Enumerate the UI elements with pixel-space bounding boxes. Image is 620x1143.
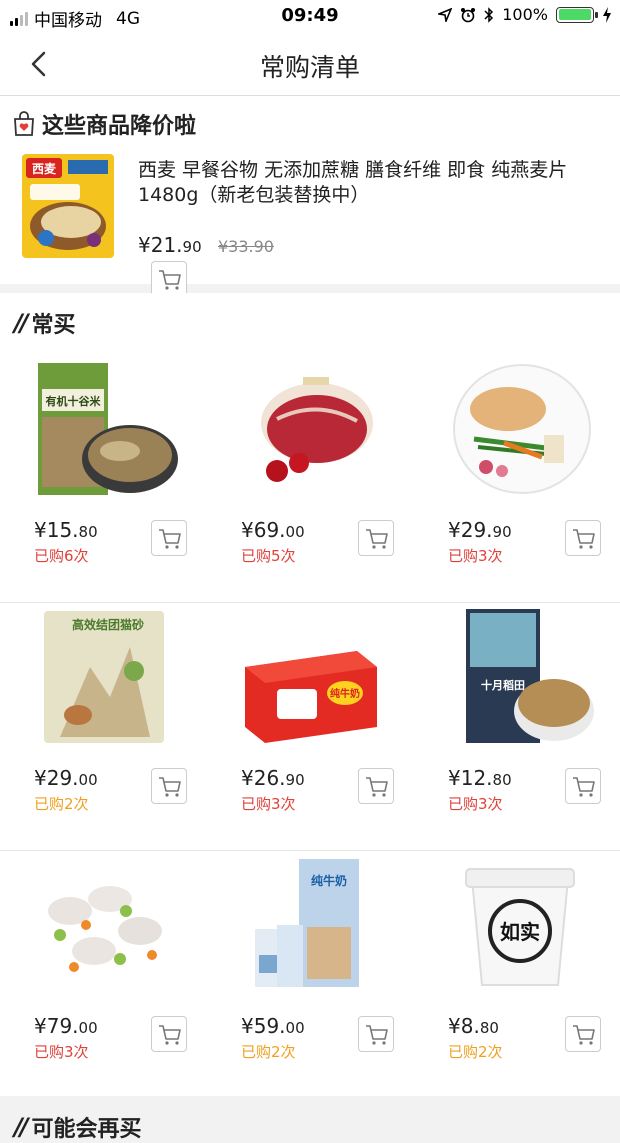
frequent-heading: 常买 <box>31 313 76 338</box>
section-marker-icon: // <box>14 309 28 337</box>
cart-icon <box>159 529 181 549</box>
purchase-count: 已购2次 <box>448 1043 503 1061</box>
charging-bolt-icon <box>603 6 611 23</box>
yogurt-package-text: 如实 <box>500 920 540 944</box>
purchase-count: 已购3次 <box>34 1043 89 1061</box>
cart-icon <box>366 1025 388 1045</box>
milk-box-package-text: 纯牛奶 <box>330 687 360 700</box>
oatmeal-brand-text: 西麦 <box>32 161 57 176</box>
add-to-cart-button[interactable] <box>151 1016 187 1052</box>
product-card[interactable]: ¥79.00 已购3次 <box>0 851 206 1098</box>
shrimp-beans-image <box>36 865 176 989</box>
product-card[interactable]: ¥69.00 已购5次 <box>207 355 413 602</box>
milk-box-image: 纯牛奶 <box>245 651 377 743</box>
cart-icon <box>159 270 181 290</box>
product-card[interactable]: 有机十谷米 ¥15.80 已购6次 <box>0 355 206 602</box>
product-title[interactable]: 西麦 早餐谷物 无添加蔗糖 膳食纤维 即食 纯燕麦片1480g（新老包装替换中） <box>138 158 598 208</box>
product-card[interactable]: 纯牛奶 ¥26.90 已购3次 <box>207 603 413 850</box>
cat-litter-bag-image: 高效结团猫砂 <box>44 611 164 743</box>
nav-bar: 常购清单 <box>0 32 620 96</box>
milk-carton-package-text: 纯牛奶 <box>311 873 347 888</box>
purchase-count: 已购6次 <box>34 547 89 565</box>
add-to-cart-button[interactable] <box>358 520 394 556</box>
cart-icon <box>366 777 388 797</box>
price-int: ¥21. <box>138 233 183 257</box>
shopping-bag-heart-icon <box>14 111 34 136</box>
maybe-buy-heading: 可能会再买 <box>31 1117 142 1142</box>
bluetooth-icon <box>484 6 494 23</box>
add-to-cart-button[interactable] <box>151 520 187 556</box>
pure-milk-cartons-image: 纯牛奶 <box>255 859 359 987</box>
brown-rice-bag-image: 十月稻田 <box>466 609 594 743</box>
cart-icon <box>573 1025 595 1045</box>
purchase-count: 已购3次 <box>448 795 503 813</box>
purchase-count: 已购2次 <box>241 1043 296 1061</box>
purchase-count: 已购3次 <box>241 795 296 813</box>
add-to-cart-button[interactable] <box>151 261 187 297</box>
add-to-cart-button[interactable] <box>358 768 394 804</box>
salmon-plate-image <box>453 364 591 494</box>
product-card[interactable]: 纯牛奶 ¥59.00 已购2次 <box>207 851 413 1098</box>
cart-icon <box>573 529 595 549</box>
cart-icon <box>159 1025 181 1045</box>
price-dec: 90 <box>182 238 202 256</box>
item-price: ¥12.80 <box>448 766 512 790</box>
price-drop-heading: 这些商品降价啦 <box>42 114 197 139</box>
price-drop-price: ¥21.90 ¥33.90 <box>138 233 274 257</box>
battery-icon <box>556 6 598 23</box>
status-bar: 中国移动 4G 09:49 100% <box>0 0 620 32</box>
add-to-cart-button[interactable] <box>151 768 187 804</box>
product-row: ¥79.00 已购3次 纯牛奶 ¥59.00 已购2次 如实 ¥8.80 已购2… <box>0 851 620 1098</box>
price-drop-section: 这些商品降价啦 西麦 西麦 早餐谷物 无添加蔗糖 膳食纤维 即食 纯燕麦片148… <box>0 96 620 297</box>
battery-percent: 100% <box>502 5 548 24</box>
product-card[interactable]: 高效结团猫砂 ¥29.00 已购2次 <box>0 603 206 850</box>
add-to-cart-button[interactable] <box>358 1016 394 1052</box>
cart-icon <box>366 529 388 549</box>
frequent-section: // 常买 有机十谷米 ¥15.80 已购6次 ¥69.00 已购5次 ¥29.… <box>0 293 620 1142</box>
rice-package-text: 十月稻田 <box>481 678 525 692</box>
cart-icon <box>573 777 595 797</box>
oatmeal-bag-image[interactable]: 西麦 <box>16 152 120 260</box>
item-price: ¥69.00 <box>241 518 305 542</box>
location-arrow-icon <box>438 7 453 22</box>
maybe-buy-header: // 可能会再买 <box>14 1111 142 1143</box>
litter-package-text: 高效结团猫砂 <box>72 617 144 632</box>
add-to-cart-button[interactable] <box>565 520 601 556</box>
item-price: ¥29.00 <box>34 766 98 790</box>
product-card[interactable]: 如实 ¥8.80 已购2次 <box>414 851 620 1098</box>
product-grid: 有机十谷米 ¥15.80 已购6次 ¥69.00 已购5次 ¥29.90 已购3… <box>0 355 620 1098</box>
purchase-count: 已购5次 <box>241 547 296 565</box>
item-price: ¥15.80 <box>34 518 98 542</box>
purchase-count: 已购3次 <box>448 547 503 565</box>
alarm-icon <box>461 7 476 22</box>
item-price: ¥8.80 <box>448 1014 499 1038</box>
item-price: ¥59.00 <box>241 1014 305 1038</box>
cart-icon <box>159 777 181 797</box>
product-row: 有机十谷米 ¥15.80 已购6次 ¥69.00 已购5次 ¥29.90 已购3… <box>0 355 620 603</box>
grains-package-text: 有机十谷米 <box>46 394 102 408</box>
product-row: 高效结团猫砂 ¥29.00 已购2次 纯牛奶 ¥26.90 已购3次 十月稻田 … <box>0 603 620 851</box>
purchase-count: 已购2次 <box>34 795 89 813</box>
item-price: ¥26.90 <box>241 766 305 790</box>
yogurt-cup-image: 如实 <box>465 868 575 986</box>
add-to-cart-button[interactable] <box>565 768 601 804</box>
page-title: 常购清单 <box>259 53 360 82</box>
item-price: ¥29.90 <box>448 518 512 542</box>
product-card[interactable]: ¥29.90 已购3次 <box>414 355 620 602</box>
organic-grains-image: 有机十谷米 <box>38 363 178 495</box>
original-price: ¥33.90 <box>217 237 274 256</box>
product-card[interactable]: 十月稻田 ¥12.80 已购3次 <box>414 603 620 850</box>
beef-shank-image <box>261 377 373 482</box>
section-marker-icon: // <box>14 1113 28 1141</box>
item-price: ¥79.00 <box>34 1014 98 1038</box>
add-to-cart-button[interactable] <box>565 1016 601 1052</box>
